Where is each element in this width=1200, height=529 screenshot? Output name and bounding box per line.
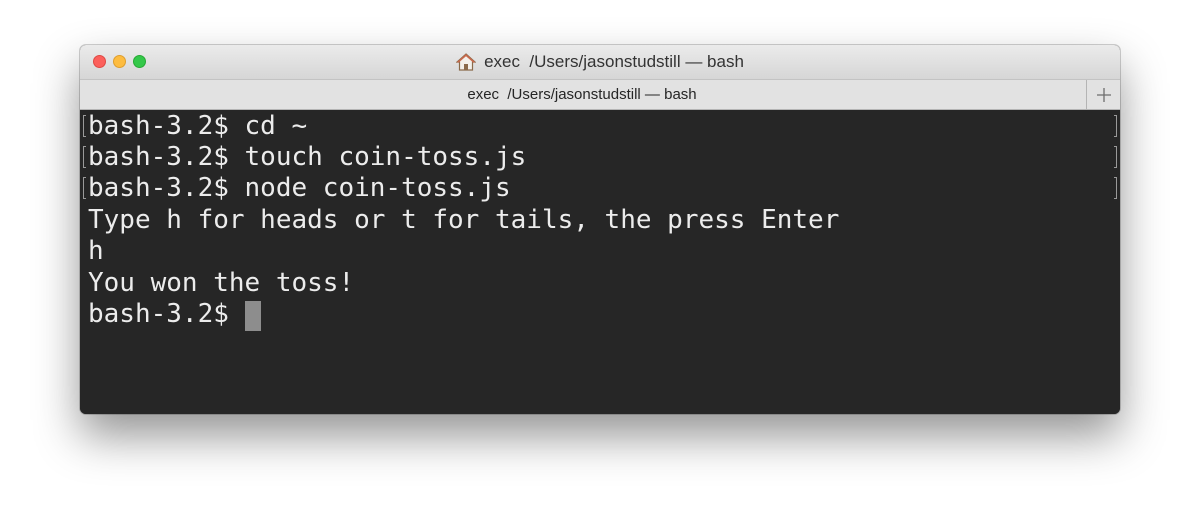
command-mark-left xyxy=(83,146,86,168)
terminal-line: bash-3.2$ touch coin-toss.js xyxy=(88,142,527,172)
command-mark-left xyxy=(83,115,86,137)
tab-bar: exec /Users/jasonstudstill — bash xyxy=(80,79,1120,110)
terminal-line: h xyxy=(88,236,104,266)
terminal-window: exec /Users/jasonstudstill — bash exec /… xyxy=(80,45,1120,414)
terminal-line: bash-3.2$ cd ~ xyxy=(88,111,308,141)
window-title: exec /Users/jasonstudstill — bash xyxy=(80,45,1120,79)
command-mark-right xyxy=(1114,146,1117,168)
terminal-line: bash-3.2$ node coin-toss.js xyxy=(88,173,511,203)
terminal-line: You won the toss! xyxy=(88,268,355,298)
tab-bash[interactable]: exec /Users/jasonstudstill — bash xyxy=(80,80,1084,109)
home-icon xyxy=(456,53,477,71)
plus-icon xyxy=(1096,87,1111,102)
text-cursor xyxy=(245,301,261,331)
terminal-output[interactable]: bash-3.2$ cd ~ bash-3.2$ touch coin-toss… xyxy=(80,110,1120,414)
command-mark-left xyxy=(83,177,86,199)
tab-label: exec /Users/jasonstudstill — bash xyxy=(467,86,697,103)
window-title-text: exec /Users/jasonstudstill — bash xyxy=(484,52,744,71)
terminal-prompt-line: bash-3.2$ xyxy=(88,299,245,329)
command-mark-right xyxy=(1114,177,1117,199)
title-bar[interactable]: exec /Users/jasonstudstill — bash xyxy=(80,45,1120,79)
terminal-line: Type h for heads or t for tails, the pre… xyxy=(88,205,840,235)
command-mark-right xyxy=(1114,115,1117,137)
new-tab-button[interactable] xyxy=(1086,80,1120,109)
